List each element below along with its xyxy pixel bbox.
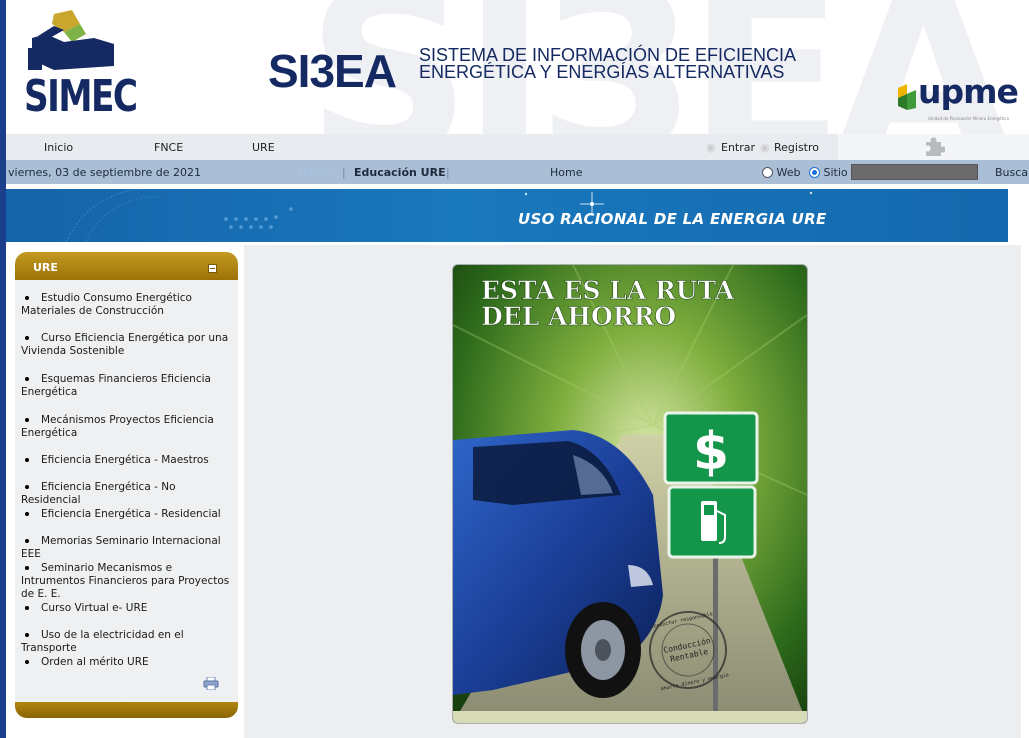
sidebar-body: Estudio Consumo Energético Materiales de… bbox=[15, 280, 238, 702]
sidebar-item-label: Curso Virtual e- URE bbox=[41, 602, 148, 614]
sidebar-item-memorias-seminario[interactable]: Memorias Seminario Internacional EEE bbox=[21, 535, 235, 561]
simec-logo[interactable]: SIMEC bbox=[24, 8, 138, 126]
sidebar-item-label: Seminario Mecanismos e Intrumentos Finan… bbox=[21, 562, 230, 600]
breadcrumb-separator: | bbox=[342, 166, 346, 179]
nav-item-inicio[interactable]: Inicio bbox=[44, 141, 73, 154]
poster-illustration: $ Conducción Rentable Conductor responsa… bbox=[453, 265, 807, 723]
sidebar-item-curso-virtual[interactable]: Curso Virtual e- URE bbox=[21, 602, 235, 615]
bullet-icon bbox=[25, 335, 29, 340]
content-area: URE Estudio Consumo Energético Materiale… bbox=[6, 245, 1029, 738]
bullet-icon bbox=[25, 295, 29, 300]
sidebar-item-curso-vivienda[interactable]: Curso Eficiencia Energética por una Vivi… bbox=[21, 332, 235, 358]
sidebar-item-label: Estudio Consumo Energético Materiales de… bbox=[21, 292, 192, 317]
current-date: viernes, 03 de septiembre de 2021 bbox=[8, 166, 201, 179]
sidebar-item-maestros[interactable]: Eficiencia Energética - Maestros bbox=[21, 454, 235, 467]
sidebar-item-esquemas-financieros[interactable]: Esquemas Financieros Eficiencia Energéti… bbox=[21, 373, 235, 399]
date-search-bar: viernes, 03 de septiembre de 2021 Home |… bbox=[6, 160, 1029, 184]
sidebar-item-label: Eficiencia Energética - No Residencial bbox=[21, 481, 176, 506]
sidebar-item-orden-merito[interactable]: Orden al mérito URE bbox=[21, 656, 235, 669]
sidebar: URE Estudio Consumo Energético Materiale… bbox=[15, 252, 238, 718]
nav-item-ure[interactable]: URE bbox=[252, 141, 275, 154]
breadcrumb-separator-end: | bbox=[446, 166, 450, 179]
sidebar-footer bbox=[15, 702, 238, 718]
home-link[interactable]: Home bbox=[550, 166, 582, 179]
search-input[interactable] bbox=[851, 164, 978, 180]
section-banner: USO RACIONAL DE LA ENERGIA URE bbox=[6, 189, 1008, 242]
sidebar-item-label: Eficiencia Energética - Maestros bbox=[41, 454, 209, 466]
ure-poster-image: $ Conducción Rentable Conductor responsa… bbox=[452, 264, 808, 724]
sidebar-item-label: Curso Eficiencia Energética por una Vivi… bbox=[21, 332, 229, 357]
bullet-icon bbox=[25, 511, 29, 516]
print-icon[interactable] bbox=[203, 677, 219, 690]
bullet-icon bbox=[25, 417, 29, 422]
nav-item-fnce[interactable]: FNCE bbox=[154, 141, 183, 154]
sidebar-item-label: Orden al mérito URE bbox=[41, 656, 149, 668]
upme-logo[interactable]: upme Unidad de Planeación Minero Energét… bbox=[896, 72, 1026, 128]
sidebar-item-label: Eficiencia Energética - Residencial bbox=[41, 508, 221, 520]
site-header: SI3EA SIMEC SI3EA SISTEMA DE INFORMACIÓN… bbox=[6, 0, 1029, 134]
bullet-icon bbox=[25, 605, 29, 610]
collapse-icon[interactable] bbox=[208, 264, 217, 273]
upme-logo-text: upme bbox=[918, 72, 1019, 111]
sidebar-item-residencial[interactable]: Eficiencia Energética - Residencial bbox=[21, 508, 235, 521]
register-icon: ◉ bbox=[760, 141, 770, 154]
page: SI3EA SIMEC SI3EA SISTEMA DE INFORMACIÓN… bbox=[6, 0, 1029, 738]
simec-logo-text: SIMEC bbox=[24, 71, 138, 122]
bullet-icon bbox=[25, 538, 29, 543]
search-web-radio[interactable] bbox=[762, 167, 773, 178]
upme-leaf-icon bbox=[898, 84, 916, 110]
banner-title: USO RACIONAL DE LA ENERGIA URE bbox=[518, 210, 827, 228]
bullet-icon bbox=[25, 376, 29, 381]
upme-logo-tagline: Unidad de Planeación Minero Energética bbox=[928, 116, 1009, 121]
bullet-icon bbox=[25, 659, 29, 664]
sidebar-item-seminario-mecanismos[interactable]: Seminario Mecanismos e Intrumentos Finan… bbox=[21, 562, 235, 601]
main-nav: Inicio FNCE URE ◉ Entrar ◉ Registro bbox=[6, 134, 1029, 160]
bullet-icon bbox=[25, 457, 29, 462]
search-site-option[interactable]: Sitio bbox=[809, 166, 848, 179]
site-subtitle-line-2: ENERGÉTICA Y ENERGÍAS ALTERNATIVAS bbox=[419, 62, 785, 82]
sidebar-title: URE bbox=[33, 261, 58, 274]
site-title: SI3EA bbox=[268, 45, 397, 97]
search-site-label: Sitio bbox=[823, 166, 848, 179]
register-link[interactable]: Registro bbox=[774, 141, 819, 154]
sidebar-item-label: Memorias Seminario Internacional EEE bbox=[21, 535, 221, 560]
bullet-icon bbox=[25, 632, 29, 637]
search-web-label: Web bbox=[776, 166, 801, 179]
site-subtitle: SISTEMA DE INFORMACIÓN DE EFICIENCIA ENE… bbox=[419, 46, 796, 82]
sidebar-item-mecanismos-proyectos[interactable]: Mecánismos Proyectos Eficiencia Energéti… bbox=[21, 414, 235, 440]
sidebar-item-estudio-consumo[interactable]: Estudio Consumo Energético Materiales de… bbox=[21, 292, 235, 318]
bullet-icon bbox=[25, 484, 29, 489]
puzzle-icon[interactable] bbox=[923, 137, 945, 157]
puzzle-panel bbox=[838, 134, 1029, 160]
poster-dollar-sign: $ bbox=[693, 422, 729, 482]
bullet-icon bbox=[25, 565, 29, 570]
poster-headline-line-1: ESTA ES LA RUTA bbox=[481, 276, 735, 305]
sidebar-item-label: Uso de la electricidad en el Transporte bbox=[21, 629, 184, 654]
sidebar-item-no-residencial[interactable]: Eficiencia Energética - No Residencial bbox=[21, 481, 235, 507]
sidebar-item-label: Esquemas Financieros Eficiencia Energéti… bbox=[21, 373, 211, 398]
sidebar-item-label: Mecánismos Proyectos Eficiencia Energéti… bbox=[21, 414, 214, 439]
sidebar-header: URE bbox=[15, 252, 238, 280]
search-site-radio[interactable] bbox=[809, 167, 820, 178]
login-link[interactable]: Entrar bbox=[721, 141, 755, 154]
search-button[interactable]: Buscar bbox=[995, 166, 1029, 179]
sidebar-item-electricidad-transporte[interactable]: Uso de la electricidad en el Transporte bbox=[21, 629, 235, 655]
poster-headline-line-2: DEL AHORRO bbox=[481, 302, 676, 331]
search-web-option[interactable]: Web bbox=[762, 166, 800, 179]
breadcrumb-current[interactable]: Educación URE bbox=[354, 166, 446, 179]
banner-decoration bbox=[65, 189, 813, 242]
breadcrumb-home[interactable]: Home bbox=[298, 166, 330, 179]
login-icon: ◉ bbox=[706, 141, 716, 154]
